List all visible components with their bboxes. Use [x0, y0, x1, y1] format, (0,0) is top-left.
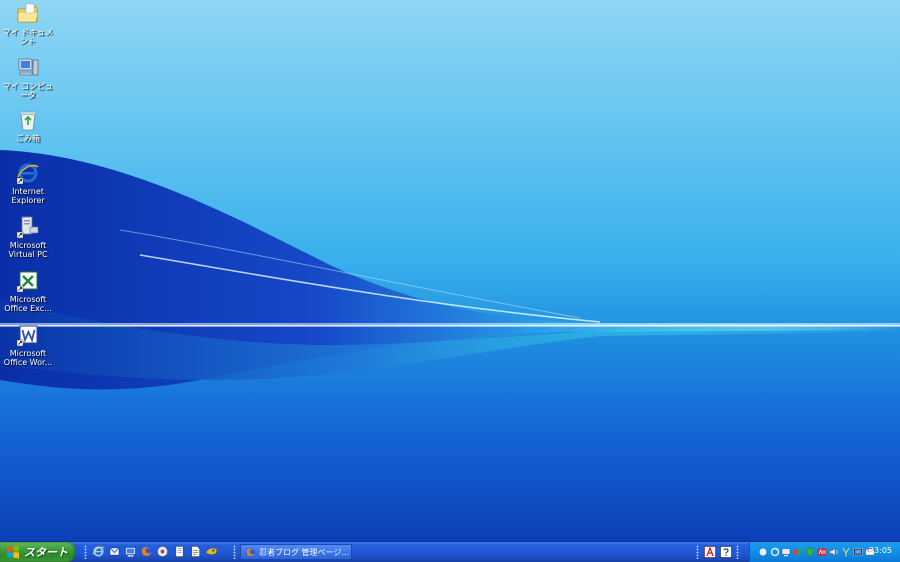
notepad-icon[interactable] — [173, 545, 186, 558]
firefox-icon[interactable] — [140, 545, 153, 558]
taskbar-grip[interactable] — [233, 545, 236, 559]
desktop-icon-my-computer[interactable]: マイ コンピュータ — [0, 56, 56, 100]
taskbar: スタート 忍者ブログ 管理ページ... 23:05 — [0, 541, 900, 562]
show-desktop-icon[interactable] — [124, 545, 137, 558]
sync-icon[interactable] — [770, 547, 780, 557]
system-tray: 23:05 — [749, 542, 900, 562]
document-icon[interactable] — [189, 545, 202, 558]
desktop-icon-label: Microsoft Office Exc... — [4, 295, 52, 313]
desktop-icon-internet-explorer[interactable]: Internet Explorer — [0, 161, 56, 205]
chat-icon[interactable] — [792, 547, 802, 557]
wallpaper — [0, 150, 900, 390]
media-icon[interactable] — [156, 545, 169, 558]
desktop-icon-virtual-pc[interactable]: Microsoft Virtual PC — [0, 215, 56, 259]
acrobat-icon[interactable] — [704, 546, 716, 558]
shield-icon[interactable] — [805, 547, 815, 557]
task-button-firefox[interactable]: 忍者ブログ 管理ページ... — [240, 544, 352, 560]
outlook-icon[interactable] — [108, 545, 121, 558]
language-bar-grip[interactable] — [696, 545, 699, 559]
recycle-bin-icon — [19, 111, 37, 131]
firefox-icon — [246, 547, 255, 557]
virtual-pc-icon — [16, 216, 39, 239]
desktop-icon-label: Internet Explorer — [11, 187, 45, 205]
computer-icon — [18, 58, 39, 76]
app-icon[interactable] — [205, 545, 218, 558]
antenna-icon[interactable] — [841, 547, 851, 557]
monitor-icon[interactable] — [781, 547, 791, 557]
internet-explorer-icon — [16, 163, 39, 185]
excel-icon — [16, 271, 38, 293]
internet-explorer-icon[interactable] — [92, 545, 105, 558]
display-icon[interactable] — [853, 547, 863, 557]
desktop-icon-label: マイ ドキュメント — [2, 28, 54, 46]
antivirus-icon[interactable] — [817, 547, 827, 557]
quick-launch-grip[interactable] — [84, 545, 87, 559]
help-icon[interactable] — [720, 546, 732, 558]
desktop-icon-office-excel[interactable]: Microsoft Office Exc... — [0, 269, 56, 313]
desktop[interactable]: マイ ドキュメント マイ コンピュータ ごみ箱 Internet Explore… — [0, 0, 900, 541]
desktop-icon-office-word[interactable]: Microsoft Office Wor... — [0, 323, 56, 367]
desktop-icon-my-documents[interactable]: マイ ドキュメント — [0, 2, 56, 46]
desktop-icon-label: Microsoft Virtual PC — [8, 241, 48, 259]
desktop-icon-recycle-bin[interactable]: ごみ箱 — [0, 108, 56, 143]
desktop-icon-label: Microsoft Office Wor... — [3, 349, 53, 367]
windows-logo-icon — [7, 545, 19, 559]
word-icon — [16, 325, 38, 347]
desktop-icon-label: ごみ箱 — [16, 134, 40, 143]
start-button[interactable]: スタート — [0, 542, 76, 562]
clock[interactable]: 23:05 — [869, 546, 892, 555]
task-button-label: 忍者ブログ 管理ページ... — [259, 547, 350, 557]
volume-icon[interactable] — [829, 547, 839, 557]
desktop-icon-label: マイ コンピュータ — [2, 82, 54, 100]
network-icon[interactable] — [758, 547, 768, 557]
folder-icon — [17, 3, 39, 23]
language-bar-end-grip[interactable] — [736, 545, 739, 559]
start-label: スタート — [24, 546, 68, 559]
